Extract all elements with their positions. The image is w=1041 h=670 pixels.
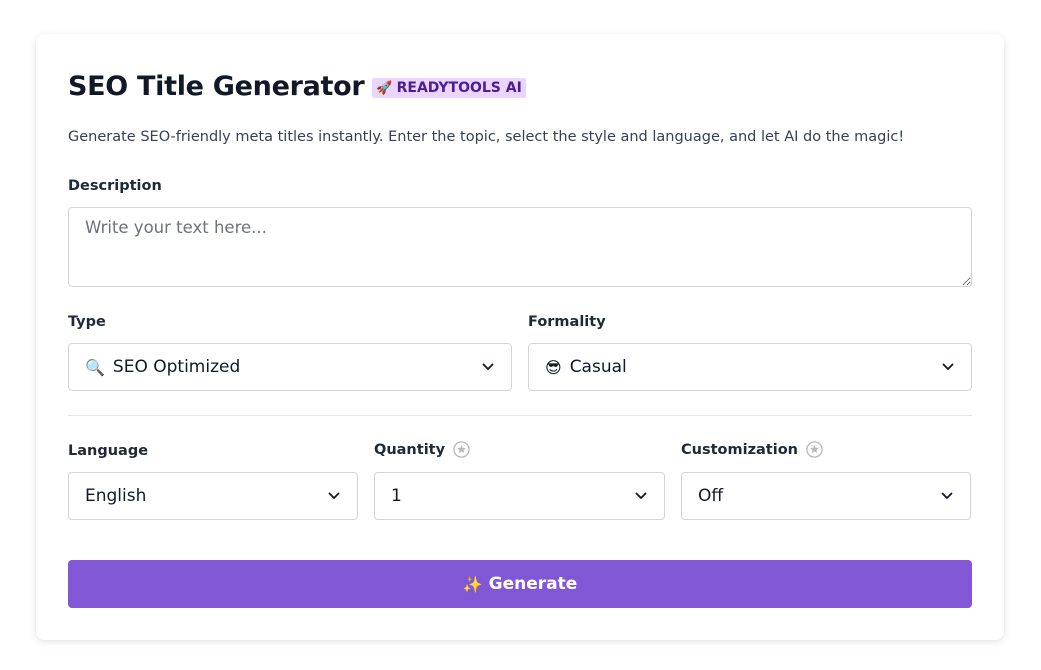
generate-button[interactable]: ✨ Generate	[68, 560, 972, 608]
brand-badge: 🚀 READYTOOLS AI	[372, 78, 526, 98]
chevron-down-icon	[941, 360, 955, 374]
formality-select[interactable]: 😎 Casual	[528, 343, 972, 391]
sunglasses-face-icon: 😎	[545, 357, 562, 377]
magnifier-icon: 🔍	[85, 357, 105, 377]
chevron-down-icon	[327, 489, 341, 503]
language-selected-label: English	[85, 486, 147, 506]
sparkles-icon: ✨	[462, 574, 483, 594]
rocket-icon: 🚀	[376, 80, 393, 96]
generator-card: SEO Title Generator 🚀 READYTOOLS AI Gene…	[36, 34, 1004, 640]
customization-select[interactable]: Off	[681, 472, 971, 520]
customization-label-row: Customization	[681, 441, 823, 458]
formality-selected-label: Casual	[569, 357, 627, 377]
title-row: SEO Title Generator 🚀 READYTOOLS AI	[68, 66, 526, 106]
type-label: Type	[68, 314, 106, 330]
customization-selected-label: Off	[698, 486, 724, 506]
page-title: SEO Title Generator	[68, 70, 365, 102]
brand-badge-label: READYTOOLS AI	[396, 80, 522, 96]
type-select[interactable]: 🔍 SEO Optimized	[68, 343, 512, 391]
quantity-label: Quantity	[374, 441, 446, 458]
section-divider	[68, 415, 972, 416]
chevron-down-icon	[940, 489, 954, 503]
description-textarea[interactable]	[68, 207, 972, 287]
chevron-down-icon	[634, 489, 648, 503]
generate-button-label: Generate	[488, 574, 578, 594]
star-circle-icon[interactable]	[453, 441, 470, 458]
chevron-down-icon	[481, 360, 495, 374]
type-select-value: 🔍 SEO Optimized	[85, 357, 481, 377]
language-select[interactable]: English	[68, 472, 358, 520]
formality-select-value: 😎 Casual	[545, 357, 941, 377]
description-label: Description	[68, 178, 162, 194]
page-subtitle: Generate SEO-friendly meta titles instan…	[68, 129, 905, 145]
type-selected-label: SEO Optimized	[112, 357, 241, 377]
star-circle-icon[interactable]	[806, 441, 823, 458]
customization-label: Customization	[681, 441, 798, 458]
quantity-selected-label: 1	[391, 486, 402, 506]
formality-label: Formality	[528, 314, 606, 330]
quantity-select[interactable]: 1	[374, 472, 665, 520]
language-label: Language	[68, 443, 149, 459]
quantity-label-row: Quantity	[374, 441, 470, 458]
